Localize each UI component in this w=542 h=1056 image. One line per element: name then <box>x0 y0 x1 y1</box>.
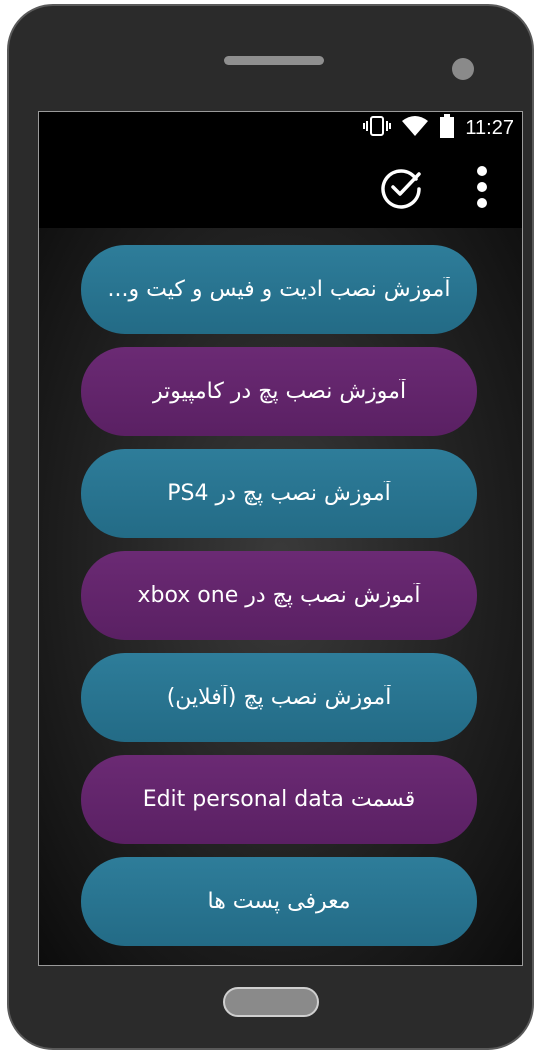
menu-item-patch-offline[interactable]: آموزش نصب پچ (آفلاین) <box>81 653 477 742</box>
status-icons: 11:27 <box>363 114 514 142</box>
menu-item-patch-pc[interactable]: آموزش نصب پچ در کامپیوتر <box>81 347 477 436</box>
status-bar: 11:27 <box>39 112 522 144</box>
wifi-icon <box>401 115 429 141</box>
menu-item-patch-ps4[interactable]: آموزش نصب پچ در PS4 <box>81 449 477 538</box>
menu-item-label: آموزش نصب پچ در کامپیوتر <box>151 379 407 404</box>
menu-item-label: آموزش نصب پچ در PS4 <box>167 481 391 506</box>
battery-icon <box>439 114 455 142</box>
screen: 11:27 آموزش نصب ادیت و فیس و کیت و... آم… <box>38 111 523 966</box>
menu-item-label: معرفی پست ها <box>207 889 351 914</box>
menu-item-posts-intro[interactable]: معرفی پست ها <box>81 857 477 946</box>
phone-frame: 11:27 آموزش نصب ادیت و فیس و کیت و... آم… <box>7 4 534 1050</box>
earpiece-speaker <box>224 56 324 65</box>
menu-item-label: آموزش نصب پچ (آفلاین) <box>166 685 392 710</box>
front-camera <box>452 58 474 80</box>
menu-item-label: قسمت Edit personal data <box>142 787 416 812</box>
menu-item-patch-xbox-one[interactable]: آموزش نصب پچ در xbox one <box>81 551 477 640</box>
menu-list: آموزش نصب ادیت و فیس و کیت و... آموزش نص… <box>39 228 522 965</box>
menu-item-label: آموزش نصب پچ در xbox one <box>137 583 421 608</box>
menu-item-edit-face-kit[interactable]: آموزش نصب ادیت و فیس و کیت و... <box>81 245 477 334</box>
menu-item-edit-personal-data[interactable]: قسمت Edit personal data <box>81 755 477 844</box>
vibrate-icon <box>363 115 392 141</box>
home-button[interactable] <box>223 987 319 1017</box>
check-circle-icon[interactable] <box>379 164 425 210</box>
more-vert-icon[interactable] <box>459 164 505 210</box>
status-time: 11:27 <box>465 116 514 139</box>
app-bar <box>39 144 522 228</box>
menu-item-label: آموزش نصب ادیت و فیس و کیت و... <box>107 277 451 302</box>
